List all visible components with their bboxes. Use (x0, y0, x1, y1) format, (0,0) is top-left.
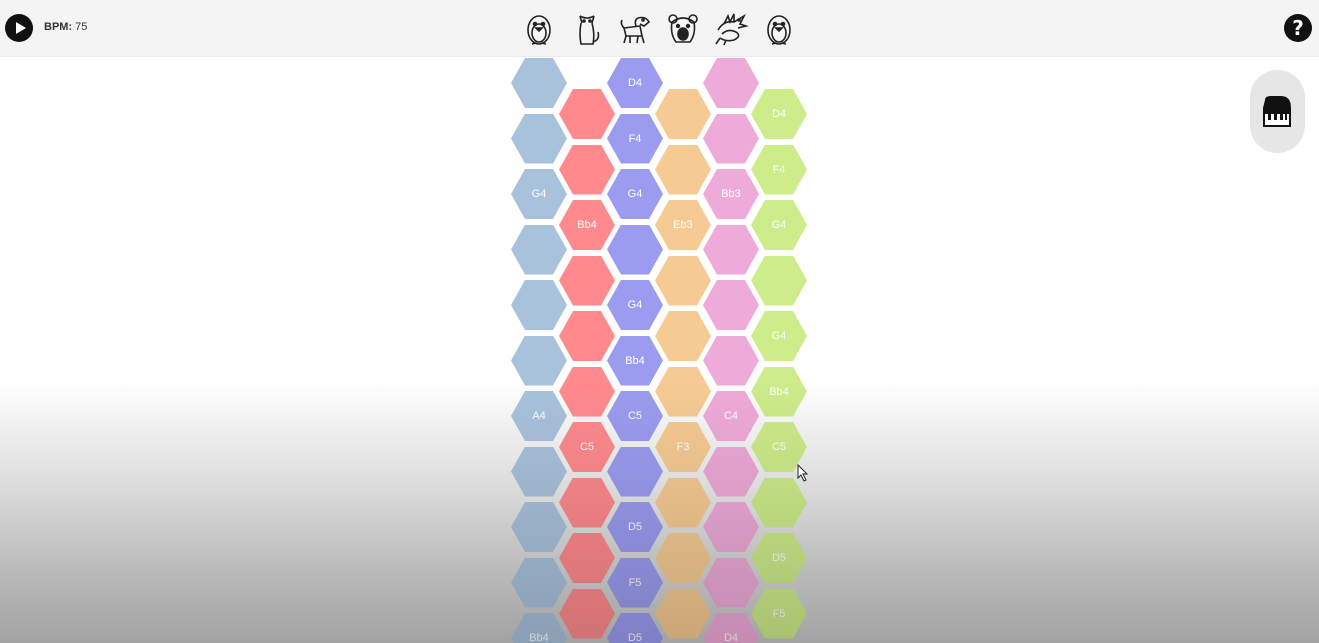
piano-button[interactable] (1250, 70, 1305, 153)
hex-note-key[interactable] (511, 557, 567, 608)
hex-note-key[interactable] (655, 89, 711, 139)
hex-note-key[interactable]: Bb4 (511, 613, 567, 643)
hex-note-key[interactable] (607, 224, 663, 275)
hex-note-key[interactable] (607, 446, 663, 497)
hex-note-key[interactable]: G4 (751, 311, 807, 361)
hex-note-key[interactable]: F5 (751, 588, 807, 639)
hex-note-key[interactable]: Bb3 (703, 169, 759, 219)
hex-note-key[interactable]: Bb4 (607, 335, 663, 386)
hex-note-key[interactable]: G4 (511, 169, 567, 219)
hex-note-key[interactable] (703, 280, 759, 330)
hex-note-key[interactable]: G4 (751, 200, 807, 250)
hex-note-key[interactable] (703, 58, 759, 108)
hex-note-key[interactable]: D5 (607, 613, 663, 643)
hex-note-key[interactable]: D5 (751, 533, 807, 583)
hex-note-key[interactable] (655, 311, 711, 361)
mouse-cursor (797, 464, 809, 482)
hex-note-key[interactable]: Bb4 (559, 200, 615, 250)
hex-note-key[interactable]: G4 (607, 280, 663, 330)
hex-note-key[interactable]: C4 (703, 391, 759, 441)
hex-note-key[interactable]: F4 (607, 113, 663, 164)
hex-note-key[interactable] (703, 224, 759, 275)
hex-note-key[interactable] (559, 144, 615, 195)
piano-icon (1263, 96, 1291, 127)
hex-note-key[interactable] (703, 502, 759, 552)
hex-note-key[interactable] (559, 477, 615, 528)
hex-note-key[interactable]: G4 (607, 169, 663, 219)
hex-note-key[interactable] (511, 446, 567, 497)
hex-note-key[interactable]: D4 (751, 89, 807, 139)
hex-note-key[interactable] (655, 144, 711, 195)
hex-note-key[interactable]: D4 (703, 613, 759, 643)
hex-note-key[interactable] (655, 477, 711, 528)
hex-note-key[interactable]: D4 (607, 58, 663, 108)
hex-note-key[interactable]: Bb4 (751, 366, 807, 417)
hex-note-key[interactable] (511, 335, 567, 386)
hex-note-key[interactable]: Eb3 (655, 200, 711, 250)
hex-note-key[interactable] (559, 311, 615, 361)
hex-note-key[interactable]: D5 (607, 502, 663, 552)
hex-note-key[interactable] (751, 255, 807, 306)
hex-note-key[interactable]: F5 (607, 557, 663, 608)
hex-note-key[interactable] (703, 113, 759, 164)
hex-note-key[interactable] (655, 588, 711, 639)
hex-note-key[interactable]: C5 (559, 422, 615, 472)
hex-note-key[interactable]: A4 (511, 391, 567, 441)
hex-note-key[interactable] (511, 113, 567, 164)
hex-note-key[interactable] (511, 280, 567, 330)
hex-note-grid: G4 A4 Bb4 Bb4 C5 D4 F4 G4 G4 Bb4 C5 D5 F5 D5 Eb3 F3 Bb3 C… (0, 0, 1319, 643)
hex-note-key[interactable]: F3 (655, 422, 711, 472)
hex-note-key[interactable] (559, 89, 615, 139)
hex-note-key[interactable]: C5 (607, 391, 663, 441)
hex-note-key[interactable] (559, 366, 615, 417)
hex-note-key[interactable]: F4 (751, 144, 807, 195)
hex-note-key[interactable] (511, 58, 567, 108)
hex-note-key[interactable] (511, 224, 567, 275)
hex-note-key[interactable] (655, 533, 711, 583)
hex-note-key[interactable] (703, 335, 759, 386)
hex-note-key[interactable] (751, 477, 807, 528)
hex-note-key[interactable] (655, 366, 711, 417)
hex-note-key[interactable] (559, 588, 615, 639)
hex-note-key[interactable] (559, 533, 615, 583)
hex-note-key[interactable] (703, 557, 759, 608)
hex-note-key[interactable] (511, 502, 567, 552)
hex-note-key[interactable] (655, 255, 711, 306)
hex-note-key[interactable] (559, 255, 615, 306)
hex-note-key[interactable] (703, 446, 759, 497)
